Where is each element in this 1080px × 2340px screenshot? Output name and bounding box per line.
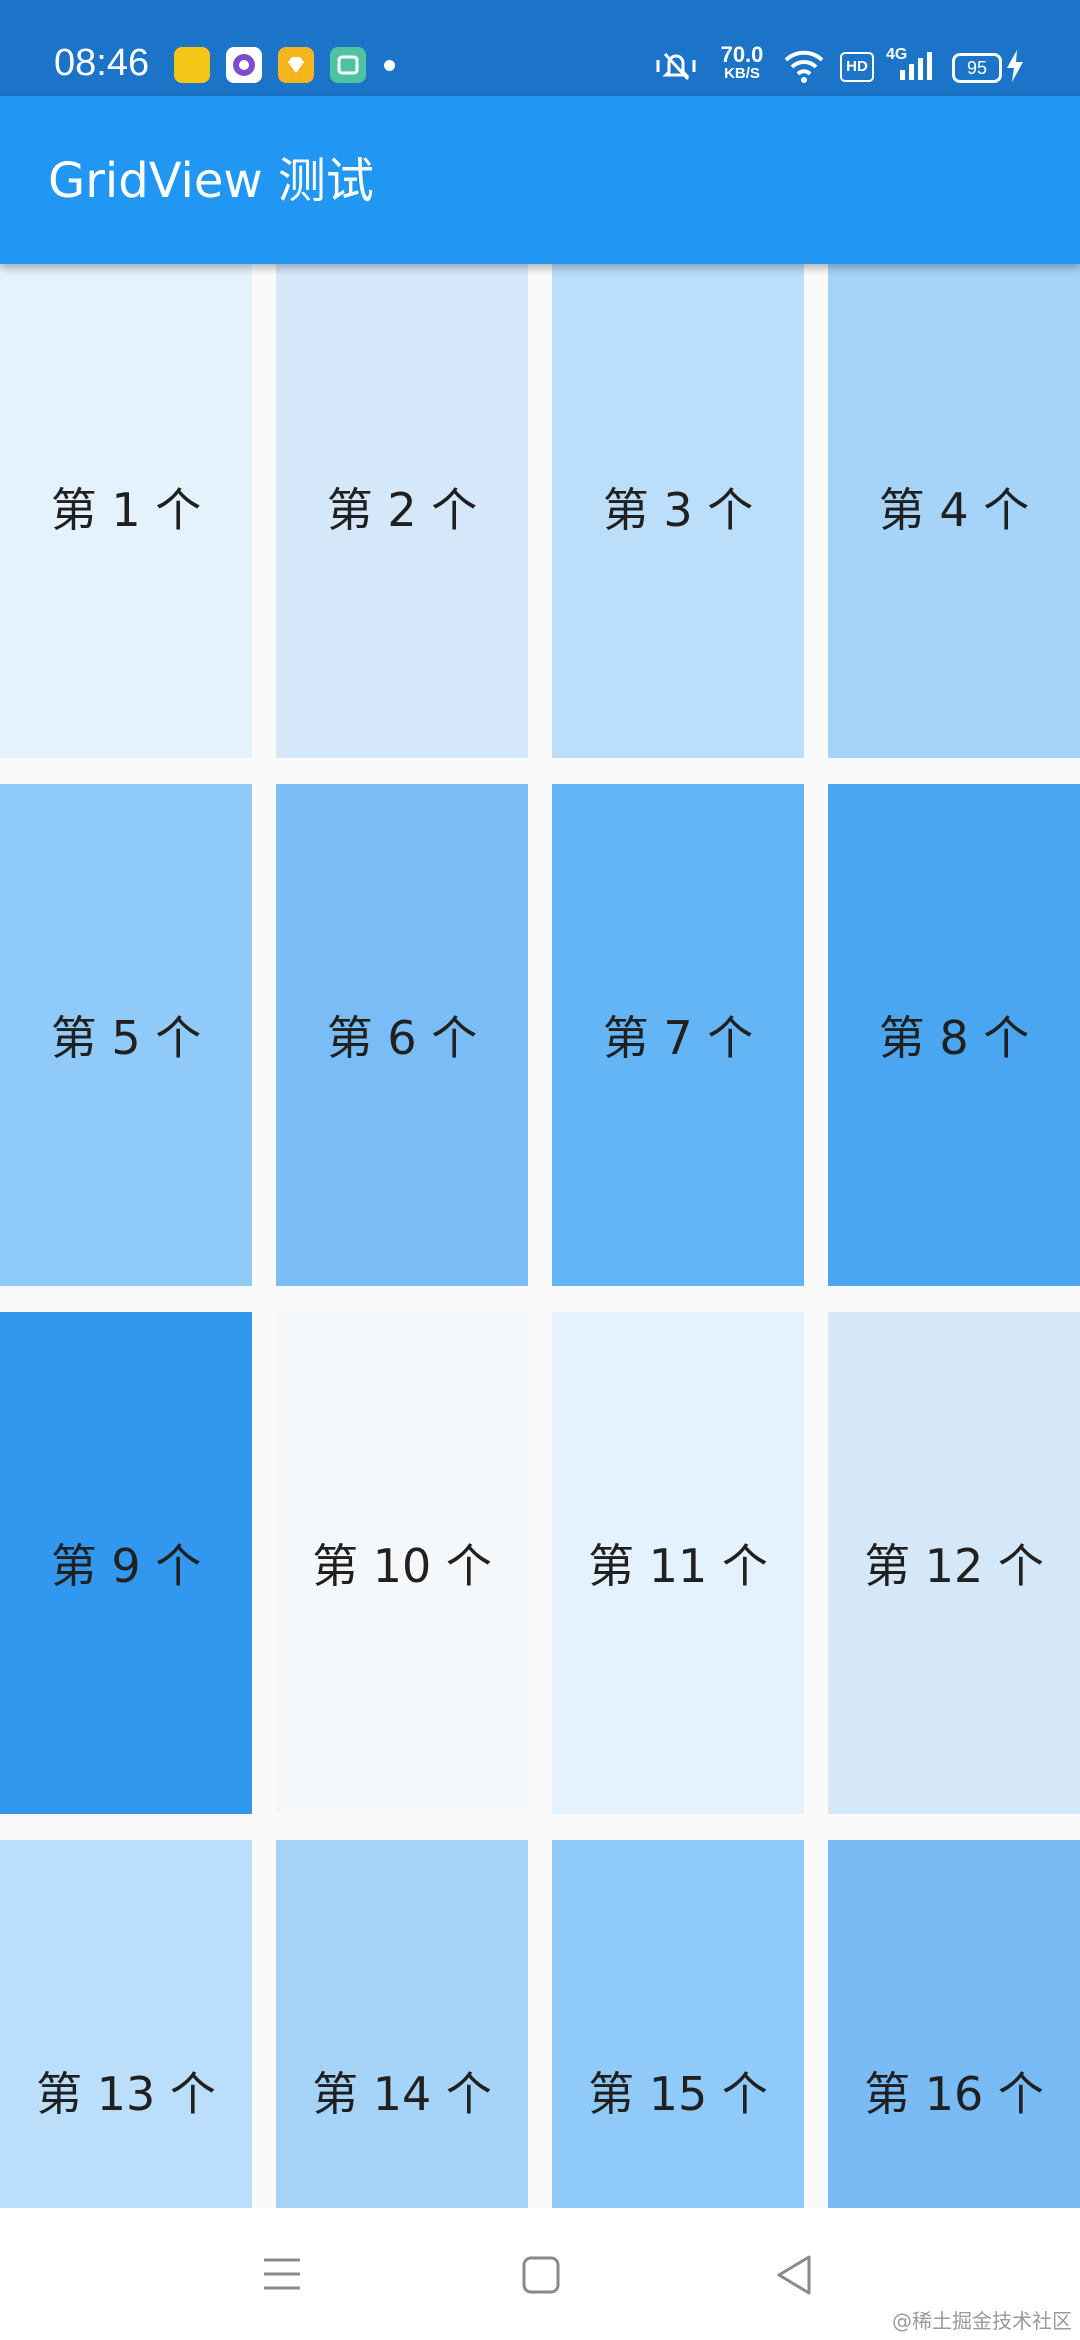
grid-tile[interactable]: 第 9 个 — [0, 1312, 252, 1814]
grid-tile-label: 第 2 个 — [326, 483, 478, 537]
grid-tile-label: 第 3 个 — [602, 483, 754, 537]
purple-app-icon — [226, 47, 262, 83]
grid-tile[interactable]: 第 13 个 — [0, 1840, 252, 2208]
grid-tile[interactable]: 第 8 个 — [828, 784, 1080, 1286]
home-icon[interactable] — [522, 2256, 560, 2294]
grid-tile-label: 第 4 个 — [878, 483, 1030, 537]
grid-tile-label: 第 16 个 — [864, 2067, 1044, 2121]
diamond-app-icon — [278, 47, 314, 83]
grid-tile[interactable]: 第 3 个 — [552, 264, 804, 758]
grid-tile-label: 第 12 个 — [864, 1539, 1044, 1593]
grid-tile[interactable]: 第 6 个 — [276, 784, 528, 1286]
status-bar: 08:46 70.0 KB/S HD 4G 95 — [0, 0, 1080, 96]
grid-tile[interactable]: 第 10 个 — [276, 1312, 528, 1814]
grid-tile-label: 第 8 个 — [878, 1011, 1030, 1065]
grid-tile-label: 第 1 个 — [50, 483, 202, 537]
back-icon[interactable] — [776, 2254, 812, 2296]
grid-tile-label: 第 11 个 — [588, 1539, 768, 1593]
grid-tile-label: 第 7 个 — [602, 1011, 754, 1065]
more-notifications-dot — [384, 60, 395, 71]
network-speed-value: 70.0 — [720, 42, 764, 67]
grid-tile-label: 第 10 个 — [312, 1539, 492, 1593]
grid-tile[interactable]: 第 1 个 — [0, 264, 252, 758]
grid-tile[interactable]: 第 12 个 — [828, 1312, 1080, 1814]
grid-tile[interactable]: 第 14 个 — [276, 1840, 528, 2208]
grid-tile[interactable]: 第 15 个 — [552, 1840, 804, 2208]
grid-view[interactable]: 第 1 个 第 2 个 第 3 个 第 4 个 第 5 个 第 6 个 第 7 … — [0, 264, 1080, 2208]
watermark: @稀土掘金技术社区 — [892, 2309, 1072, 2333]
grid-tile[interactable]: 第 4 个 — [828, 264, 1080, 758]
menu-icon[interactable] — [262, 2256, 302, 2292]
grid-tile-label: 第 14 个 — [312, 2067, 492, 2121]
network-speed-unit: KB/S — [724, 65, 760, 82]
charging-icon — [1007, 50, 1023, 82]
battery-indicator: 95 — [952, 53, 1002, 83]
grid-tile-label: 第 13 个 — [36, 2067, 216, 2121]
navigation-bar: @稀土掘金技术社区 — [0, 2208, 1080, 2340]
status-time: 08:46 — [54, 42, 150, 84]
network-speed: 70.0 KB/S — [716, 44, 768, 82]
vibrate-mute-icon — [656, 52, 696, 81]
grid-tile[interactable]: 第 5 个 — [0, 784, 252, 1286]
hd-badge: HD — [840, 52, 874, 82]
yellow-app-icon — [174, 47, 210, 83]
grid-tile[interactable]: 第 16 个 — [828, 1840, 1080, 2208]
green-app-icon — [330, 47, 366, 83]
grid-tile[interactable]: 第 2 个 — [276, 264, 528, 758]
wifi-icon — [784, 50, 824, 83]
app-bar: GridView 测试 — [0, 96, 1080, 264]
signal-icon — [900, 52, 932, 80]
page-title: GridView 测试 — [48, 153, 374, 209]
grid-tile[interactable]: 第 11 个 — [552, 1312, 804, 1814]
grid-tile[interactable]: 第 7 个 — [552, 784, 804, 1286]
grid-tile-label: 第 6 个 — [326, 1011, 478, 1065]
grid-tile-label: 第 9 个 — [50, 1539, 202, 1593]
grid-tile-label: 第 5 个 — [50, 1011, 202, 1065]
grid-tile-label: 第 15 个 — [588, 2067, 768, 2121]
